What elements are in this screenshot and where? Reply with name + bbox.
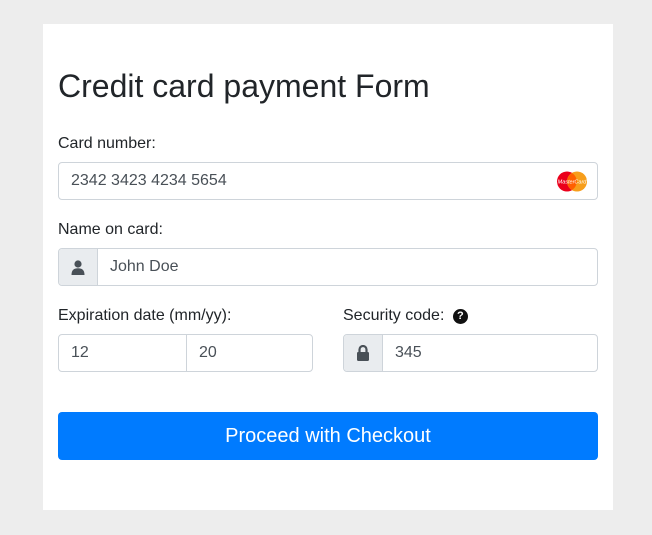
mastercard-icon: MasterCard — [557, 171, 588, 192]
user-icon-addon — [59, 249, 98, 285]
question-circle-icon[interactable]: ? — [452, 308, 468, 324]
lock-icon — [357, 345, 369, 361]
name-on-card-input[interactable]: John Doe — [58, 248, 598, 286]
card-number-input[interactable]: 2342 3423 4234 5654 MasterCard — [58, 162, 598, 200]
name-on-card-value: John Doe — [110, 258, 179, 275]
name-on-card-label: Name on card: — [58, 221, 163, 238]
card-number-value: 2342 3423 4234 5654 — [71, 172, 227, 189]
expiration-year-value: 20 — [199, 344, 217, 361]
expiration-month-input[interactable]: 12 — [59, 335, 186, 371]
expiration-date-label: Expiration date (mm/yy): — [58, 307, 232, 324]
svg-text:MasterCard: MasterCard — [558, 180, 588, 186]
security-code-label: Security code: — [343, 307, 445, 324]
proceed-checkout-button[interactable]: Proceed with Checkout — [58, 412, 598, 460]
expiration-year-input[interactable]: 20 — [187, 335, 312, 371]
expiration-date-group: 12 20 — [58, 334, 313, 372]
expiration-month-value: 12 — [71, 344, 89, 361]
user-icon — [71, 259, 85, 275]
form-title: Credit card payment Form — [58, 68, 430, 104]
security-code-value: 345 — [395, 344, 422, 361]
payment-form-card: Credit card payment Form Card number: 23… — [43, 24, 613, 510]
card-number-label: Card number: — [58, 135, 156, 152]
lock-icon-addon — [344, 335, 383, 371]
security-code-input[interactable]: 345 — [343, 334, 598, 372]
security-code-label-row: Security code: ? — [343, 306, 468, 326]
